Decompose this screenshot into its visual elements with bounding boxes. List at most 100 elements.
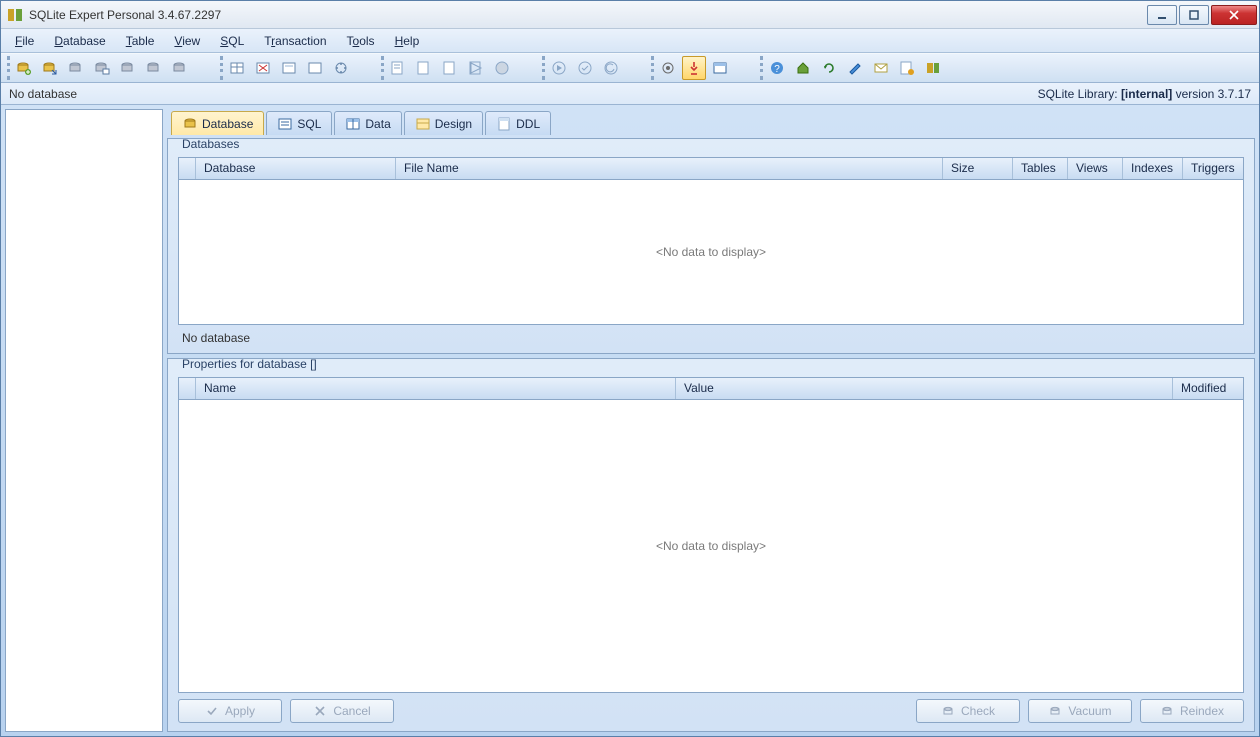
close-database-icon[interactable] (64, 56, 88, 80)
empty-table-icon[interactable] (303, 56, 327, 80)
tool-group-database (7, 56, 194, 80)
tab-database[interactable]: Database (171, 111, 264, 135)
vacuum-button[interactable]: Vacuum (1028, 699, 1132, 723)
detach-database-icon[interactable] (142, 56, 166, 80)
maximize-button[interactable] (1179, 5, 1209, 25)
update-icon[interactable] (895, 56, 919, 80)
options-icon[interactable] (656, 56, 680, 80)
compare-icon[interactable] (682, 56, 706, 80)
sql-icon (277, 116, 293, 132)
commit-icon[interactable] (573, 56, 597, 80)
tabstrip: Database SQL Data Design DDL (167, 109, 1255, 135)
import-icon[interactable] (708, 56, 732, 80)
execute-sql-icon[interactable] (464, 56, 488, 80)
help-icon[interactable]: ? (765, 56, 789, 80)
tab-ddl[interactable]: DDL (485, 111, 551, 135)
home-icon[interactable] (791, 56, 815, 80)
rename-table-icon[interactable] (277, 56, 301, 80)
menu-view[interactable]: View (164, 31, 210, 51)
menu-transaction[interactable]: Transaction (254, 31, 336, 51)
edit-icon[interactable] (843, 56, 867, 80)
body-area: Database SQL Data Design DDL (1, 105, 1259, 736)
tab-data[interactable]: Data (334, 111, 401, 135)
cancel-button[interactable]: Cancel (290, 699, 394, 723)
col-value[interactable]: Value (676, 378, 1173, 399)
databases-group: Databases Database File Name Size Tables… (167, 138, 1255, 354)
databases-grid-header: Database File Name Size Tables Views Ind… (179, 158, 1243, 180)
status-left-text: No database (9, 87, 77, 101)
db-check-icon (941, 704, 955, 718)
col-indexes[interactable]: Indexes (1123, 158, 1183, 179)
check-button[interactable]: Check (916, 699, 1020, 723)
col-database[interactable]: Database (196, 158, 396, 179)
col-filename[interactable]: File Name (396, 158, 943, 179)
row-indicator-col (179, 158, 196, 179)
col-size[interactable]: Size (943, 158, 1013, 179)
design-icon (415, 116, 431, 132)
properties-grid-header: Name Value Modified (179, 378, 1243, 400)
databases-grid[interactable]: Database File Name Size Tables Views Ind… (178, 157, 1244, 325)
col-name[interactable]: Name (196, 378, 676, 399)
menu-tools[interactable]: Tools (337, 31, 385, 51)
row-indicator-col (179, 378, 196, 399)
about-icon[interactable] (921, 56, 945, 80)
refresh-database-icon[interactable] (168, 56, 192, 80)
tool-group-table (220, 56, 355, 80)
new-table-icon[interactable] (225, 56, 249, 80)
tool-group-tools (651, 56, 734, 80)
titlebar: SQLite Expert Personal 3.4.67.2297 (1, 1, 1259, 29)
menu-sql[interactable]: SQL (210, 31, 254, 51)
properties-grid[interactable]: Name Value Modified <No data to display> (178, 377, 1244, 693)
mail-icon[interactable] (869, 56, 893, 80)
save-sql-icon[interactable] (438, 56, 462, 80)
col-modified[interactable]: Modified (1173, 378, 1243, 399)
properties-grid-body: <No data to display> (179, 400, 1243, 692)
apply-button[interactable]: Apply (178, 699, 282, 723)
menu-database[interactable]: Database (44, 31, 115, 51)
menu-table[interactable]: Table (116, 31, 165, 51)
table-triggers-icon[interactable] (329, 56, 353, 80)
menu-help[interactable]: Help (385, 31, 430, 51)
col-tables[interactable]: Tables (1013, 158, 1068, 179)
toolbar: ? (1, 53, 1259, 83)
svg-text:?: ? (774, 64, 780, 75)
main-window: SQLite Expert Personal 3.4.67.2297 File … (0, 0, 1260, 737)
db-reindex-icon (1160, 704, 1174, 718)
stop-sql-icon[interactable] (490, 56, 514, 80)
database-tree-panel[interactable] (5, 109, 163, 732)
tab-sql[interactable]: SQL (266, 111, 332, 135)
reindex-button[interactable]: Reindex (1140, 699, 1244, 723)
close-button[interactable] (1211, 5, 1257, 25)
ddl-icon (496, 116, 512, 132)
new-sql-icon[interactable] (386, 56, 410, 80)
menu-file[interactable]: File (5, 31, 44, 51)
rollback-icon[interactable] (599, 56, 623, 80)
properties-empty-text: <No data to display> (656, 539, 766, 553)
begin-transaction-icon[interactable] (547, 56, 571, 80)
databases-empty-text: <No data to display> (656, 245, 766, 259)
right-panel: Database SQL Data Design DDL (167, 109, 1255, 732)
attach-database-icon[interactable] (116, 56, 140, 80)
tab-design[interactable]: Design (404, 111, 483, 135)
db-vacuum-icon (1048, 704, 1062, 718)
menubar: File Database Table View SQL Transaction… (1, 29, 1259, 53)
tool-group-transaction (542, 56, 625, 80)
window-controls (1145, 5, 1257, 25)
tool-group-help: ? (760, 56, 947, 80)
col-views[interactable]: Views (1068, 158, 1123, 179)
database-icon (182, 116, 198, 132)
open-sql-icon[interactable] (412, 56, 436, 80)
drop-table-icon[interactable] (251, 56, 275, 80)
databases-footer: No database (178, 325, 1244, 345)
window-title: SQLite Expert Personal 3.4.67.2297 (29, 8, 221, 22)
open-database-icon[interactable] (38, 56, 62, 80)
database-list-icon[interactable] (90, 56, 114, 80)
refresh-icon[interactable] (817, 56, 841, 80)
properties-button-row: Apply Cancel Check Vacuum (178, 693, 1244, 723)
x-icon (313, 704, 327, 718)
col-triggers[interactable]: Triggers (1183, 158, 1243, 179)
new-database-icon[interactable] (12, 56, 36, 80)
properties-legend: Properties for database [] (178, 357, 321, 371)
status-bar-top: No database SQLite Library: [internal] v… (1, 83, 1259, 105)
minimize-button[interactable] (1147, 5, 1177, 25)
